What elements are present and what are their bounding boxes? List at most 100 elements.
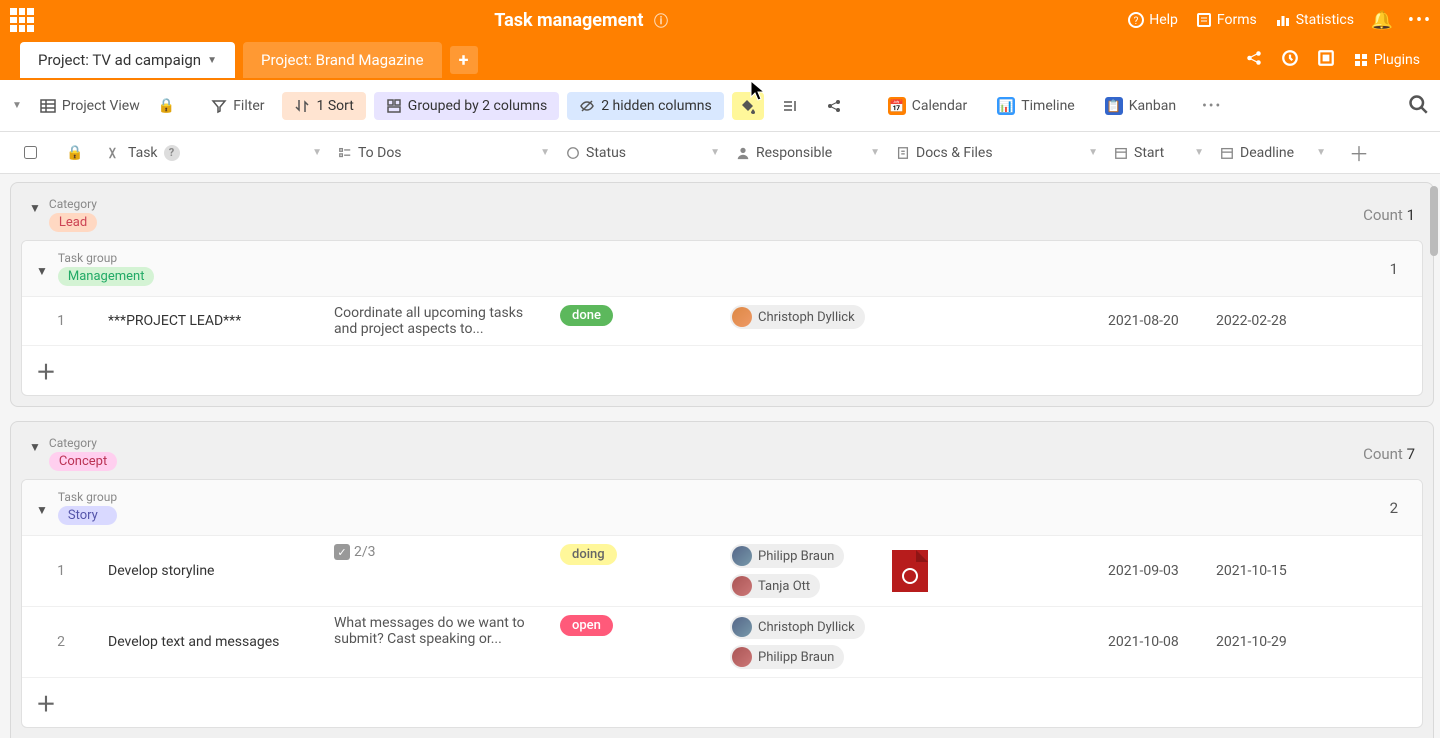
chevron-down-icon[interactable]: ▼ <box>12 100 22 111</box>
more-icon[interactable]: ••• <box>1202 98 1222 114</box>
taskgroup-pill[interactable]: Story <box>58 506 117 525</box>
avatar <box>732 617 752 637</box>
chevron-down-icon[interactable]: ▼ <box>710 147 720 158</box>
column-deadline[interactable]: Deadline ▼ <box>1212 132 1334 173</box>
cell-task[interactable]: ***PROJECT LEAD*** <box>100 305 326 337</box>
todo-text: What messages do we want to submit? Cast… <box>334 615 544 647</box>
cell-status[interactable]: open <box>552 615 722 669</box>
subgroup-count: 2 <box>1378 499 1408 517</box>
group-button[interactable]: Grouped by 2 columns <box>374 92 559 120</box>
column-headers: 🔒 Task ? ▼ To Dos ▼ Status ▼ Responsible… <box>0 132 1440 174</box>
collapse-icon[interactable]: ▼ <box>36 503 48 517</box>
cell-deadline[interactable]: 2021-10-15 <box>1208 544 1318 598</box>
column-todos[interactable]: To Dos ▼ <box>330 132 558 173</box>
person-chip[interactable]: Christoph Dyllick <box>730 305 865 329</box>
person-chip[interactable]: Tanja Ott <box>730 574 820 598</box>
cell-responsible[interactable]: Christoph Dyllick Philipp Braun <box>722 615 884 669</box>
taskgroup-label: Task group <box>58 490 117 504</box>
cell-responsible[interactable]: Philipp Braun Tanja Ott <box>722 544 884 598</box>
pdf-icon[interactable] <box>892 550 928 592</box>
cell-status[interactable]: doing <box>552 544 722 598</box>
cell-task[interactable]: Develop storyline <box>100 544 326 598</box>
help-link[interactable]: ? Help <box>1128 12 1178 28</box>
cell-start[interactable]: 2021-10-08 <box>1100 615 1208 669</box>
lock-icon[interactable]: 🔒 <box>158 98 175 114</box>
share-button[interactable] <box>816 92 852 120</box>
cell-deadline[interactable]: 2022-02-28 <box>1208 305 1318 337</box>
tab-project-brand[interactable]: Project: Brand Magazine <box>243 42 442 78</box>
column-docs[interactable]: Docs & Files ▼ <box>888 132 1106 173</box>
category-group: ▼ Category Concept Count 7 ▼ Task group … <box>10 421 1434 738</box>
info-icon[interactable]: ⓘ <box>654 11 668 31</box>
cell-status[interactable]: done <box>552 305 722 337</box>
cell-todo[interactable]: ✓2/3 <box>326 544 552 598</box>
chevron-down-icon[interactable]: ▼ <box>1194 147 1204 158</box>
cell-start[interactable]: 2021-09-03 <box>1100 544 1208 598</box>
add-tab-button[interactable]: + <box>450 46 478 74</box>
chevron-down-icon[interactable]: ▼ <box>540 147 550 158</box>
plugins-icon <box>1353 52 1369 68</box>
collapse-icon[interactable]: ▼ <box>29 201 41 215</box>
bell-icon[interactable]: 🔔 <box>1372 12 1392 28</box>
tab-project-tv[interactable]: Project: TV ad campaign▼ <box>20 42 235 78</box>
chevron-down-icon[interactable]: ▼ <box>870 147 880 158</box>
app-title: Task management ⓘ <box>34 10 1128 31</box>
add-column-button[interactable]: ＋ <box>1334 132 1384 173</box>
history-icon[interactable] <box>1281 49 1299 71</box>
chevron-down-icon[interactable]: ▼ <box>312 147 322 158</box>
statistics-link[interactable]: Statistics <box>1275 12 1354 28</box>
sort-button[interactable]: 1 Sort <box>282 92 365 120</box>
table-row[interactable]: 1 ***PROJECT LEAD*** Coordinate all upco… <box>22 297 1422 346</box>
category-pill[interactable]: Lead <box>49 213 97 232</box>
calendar-button[interactable]: 📅 Calendar <box>888 97 968 115</box>
add-row-button[interactable]: ＋ <box>36 360 56 384</box>
scrollbar[interactable] <box>1430 186 1438 256</box>
category-pill[interactable]: Concept <box>49 452 117 471</box>
forms-link[interactable]: Forms <box>1196 12 1257 28</box>
cell-start[interactable]: 2021-08-20 <box>1100 305 1208 337</box>
group-count: Count 7 <box>1363 445 1415 463</box>
collapse-icon[interactable]: ▼ <box>29 440 41 454</box>
filter-button[interactable]: Filter <box>201 92 274 120</box>
column-task[interactable]: Task ? ▼ <box>100 132 330 173</box>
forms-icon <box>1196 12 1212 28</box>
kanban-button[interactable]: 📋 Kanban <box>1105 97 1176 115</box>
table-row[interactable]: 2 Develop text and messages What message… <box>22 607 1422 678</box>
todo-text: Coordinate all upcoming tasks and projec… <box>334 305 544 337</box>
column-start[interactable]: Start ▼ <box>1106 132 1212 173</box>
column-responsible[interactable]: Responsible ▼ <box>728 132 888 173</box>
cell-docs[interactable] <box>884 615 1100 669</box>
collapse-icon[interactable]: ▼ <box>36 264 48 278</box>
share-icon[interactable] <box>1245 49 1263 71</box>
table-row[interactable]: 1 Develop storyline ✓2/3 doing Philipp B… <box>22 536 1422 607</box>
cell-docs[interactable] <box>884 305 1100 337</box>
plugins-link[interactable]: Plugins <box>1353 52 1420 68</box>
hidden-columns-button[interactable]: 2 hidden columns <box>567 92 724 120</box>
view-button[interactable]: Project View <box>30 92 150 120</box>
app-icon[interactable] <box>1317 49 1335 71</box>
svg-text:?: ? <box>1134 16 1139 27</box>
more-icon[interactable]: ••• <box>1410 12 1430 28</box>
chevron-down-icon[interactable]: ▼ <box>1316 147 1326 158</box>
fill-color-button[interactable] <box>732 92 764 120</box>
add-row-button[interactable]: ＋ <box>36 692 56 716</box>
person-chip[interactable]: Philipp Braun <box>730 645 844 669</box>
toolbar: ▼ Project View 🔒 Filter 1 Sort Grouped b… <box>0 80 1440 132</box>
cell-task[interactable]: Develop text and messages <box>100 615 326 669</box>
cell-deadline[interactable]: 2021-10-29 <box>1208 615 1318 669</box>
cell-responsible[interactable]: Christoph Dyllick <box>722 305 884 337</box>
cell-docs[interactable] <box>884 544 1100 598</box>
apps-icon[interactable] <box>10 8 34 32</box>
row-height-button[interactable] <box>772 92 808 120</box>
select-all-checkbox[interactable] <box>24 146 37 159</box>
person-chip[interactable]: Christoph Dyllick <box>730 615 865 639</box>
person-chip[interactable]: Philipp Braun <box>730 544 844 568</box>
cell-todo[interactable]: Coordinate all upcoming tasks and projec… <box>326 305 552 337</box>
taskgroup-pill[interactable]: Management <box>58 267 155 286</box>
timeline-button[interactable]: 📊 Timeline <box>997 97 1074 115</box>
category-label: Category <box>49 436 117 450</box>
chevron-down-icon[interactable]: ▼ <box>1088 147 1098 158</box>
search-icon[interactable] <box>1408 94 1428 118</box>
cell-todo[interactable]: What messages do we want to submit? Cast… <box>326 615 552 669</box>
column-status[interactable]: Status ▼ <box>558 132 728 173</box>
